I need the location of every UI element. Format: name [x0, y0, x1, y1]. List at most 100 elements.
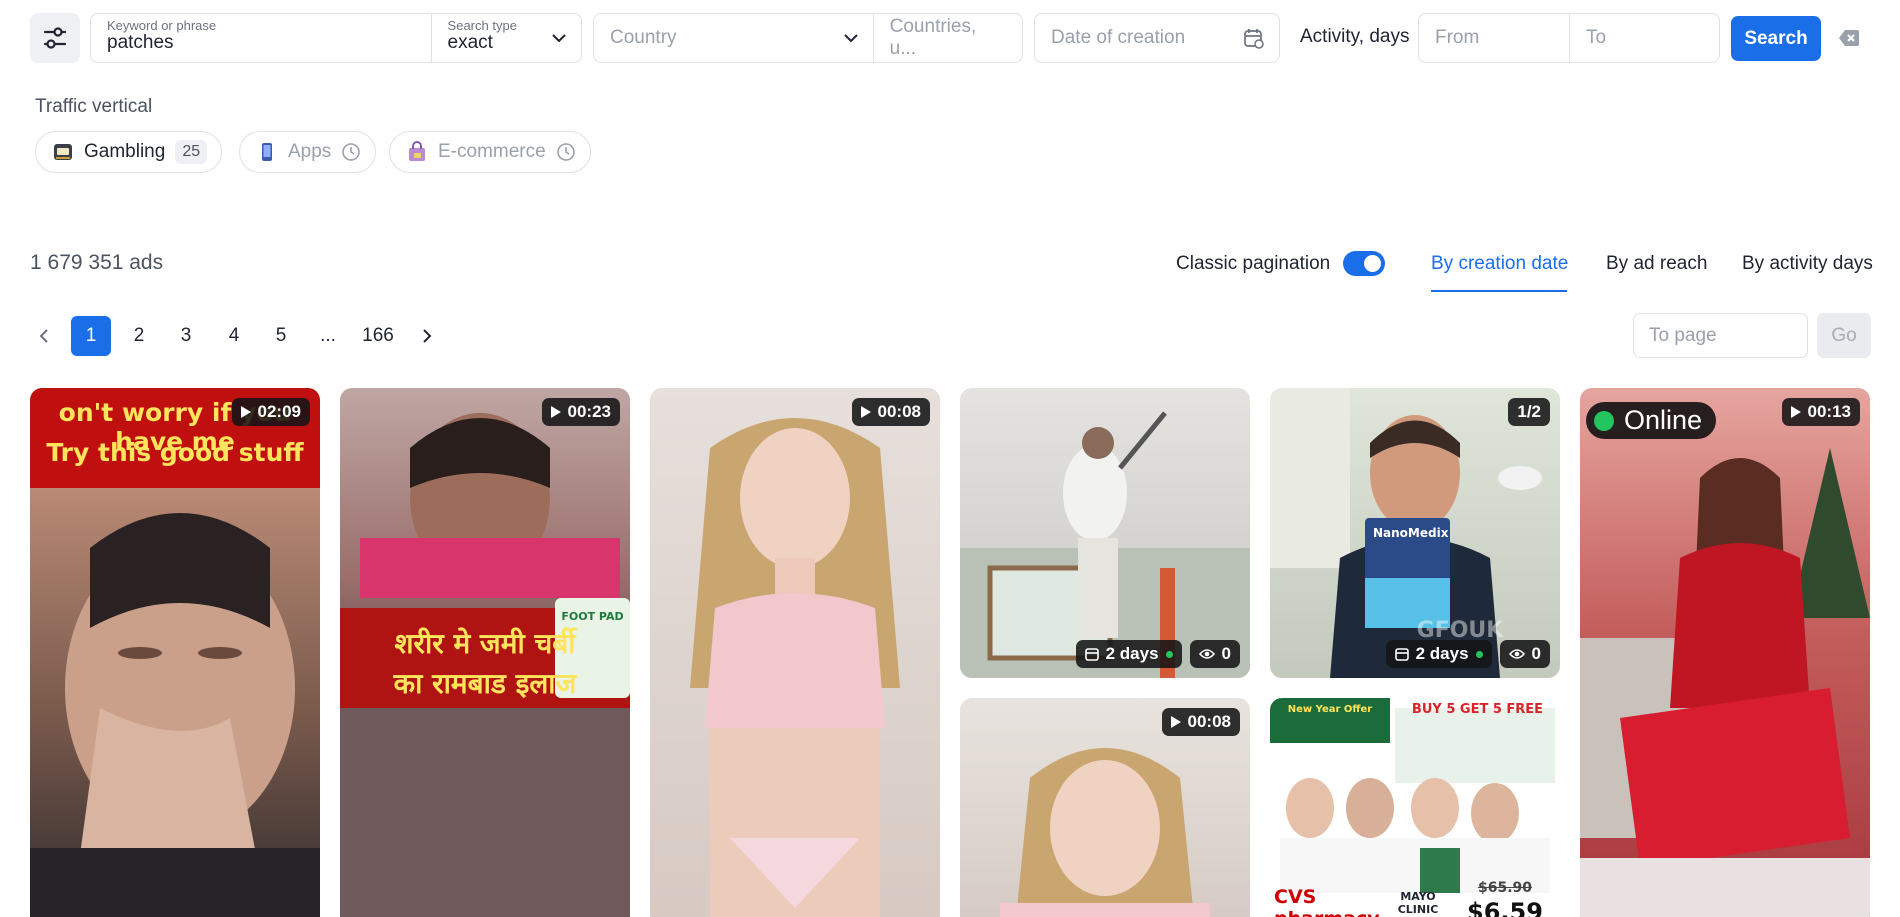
online-status-badge: Online: [1586, 402, 1717, 439]
new-year-offer: New Year Offer: [1287, 704, 1373, 715]
product-label: NanoMedix: [1373, 526, 1449, 540]
play-icon: [550, 406, 561, 418]
keyword-field[interactable]: Keyword or phrase patches: [91, 14, 431, 62]
date-placeholder: Date of creation: [1051, 27, 1186, 48]
old-price: $65.90: [1477, 880, 1533, 896]
overlay-caption-line2: Try this good stuff: [46, 438, 304, 467]
classic-pagination-toggle[interactable]: [1343, 251, 1385, 276]
ad-thumbnail-image: [690, 418, 900, 917]
views-badge: 0: [1499, 640, 1550, 668]
countries-placeholder: Countries, u...: [889, 16, 977, 59]
eye-icon: [1198, 649, 1215, 659]
page-button[interactable]: 2: [119, 316, 159, 356]
page-button[interactable]: 3: [166, 316, 206, 356]
ad-card[interactable]: 00:08: [650, 388, 940, 917]
filters-toggle-button[interactable]: [30, 13, 80, 63]
card-stats: 2 days 0: [1075, 640, 1240, 668]
views-text: 0: [1531, 644, 1541, 663]
date-of-creation-field[interactable]: Date of creation: [1035, 14, 1279, 62]
page-button[interactable]: 5: [261, 316, 301, 356]
chevron-left-icon: [39, 329, 48, 343]
active-sort-indicator: [1431, 290, 1567, 292]
ad-thumbnail-image: [1580, 448, 1870, 917]
page-button[interactable]: 1: [71, 316, 111, 356]
views-text: 0: [1221, 644, 1231, 663]
play-icon: [240, 406, 251, 418]
chip-count: 25: [175, 140, 208, 164]
days-badge: 2 days: [1385, 640, 1492, 668]
ads-count: 1 679 351 ads: [30, 251, 164, 274]
online-text: Online: [1624, 405, 1703, 435]
chip-label: E-commerce: [438, 141, 546, 162]
days-badge: 2 days: [1075, 640, 1182, 668]
activity-range-group: From To: [1418, 13, 1720, 63]
ad-thumbnail-image: [30, 513, 320, 917]
go-button[interactable]: Go: [1817, 313, 1871, 358]
duration-text: 02:09: [257, 402, 301, 421]
chip-e-commerce[interactable]: E-commerce: [389, 131, 591, 173]
chevron-right-icon: [423, 329, 432, 343]
slot-machine-icon: [54, 144, 72, 160]
duration-badge: 00:23: [541, 398, 620, 426]
ad-card[interactable]: 00:08: [960, 698, 1250, 917]
duration-badge: 00:08: [1161, 708, 1240, 736]
chip-gambling[interactable]: Gambling 25: [35, 131, 223, 173]
ad-card[interactable]: New Year Offer BUY 5 GET 5 FREE CVS phar…: [1270, 698, 1560, 917]
classic-pagination-label: Classic pagination: [1176, 253, 1331, 274]
cvs-logo-text: CVS pharmacy: [1274, 886, 1380, 917]
search-type-label: Search type: [447, 18, 517, 33]
duration-text: 00:08: [1187, 712, 1231, 731]
country-select[interactable]: Country: [594, 14, 873, 62]
keyword-value: patches: [107, 32, 174, 53]
clear-search-icon[interactable]: [1838, 28, 1860, 48]
sort-by-activity-days[interactable]: By activity days: [1742, 253, 1873, 275]
ad-card[interactable]: NanoMedix GFOUK 1/2 2 days 0: [1270, 388, 1560, 678]
activity-days-label: Activity, days: [1300, 26, 1410, 47]
activity-to-field[interactable]: To: [1569, 14, 1719, 62]
calendar-icon: [1244, 29, 1264, 49]
play-icon: [860, 406, 871, 418]
calendar-icon: [1394, 648, 1409, 661]
prev-page-button[interactable]: [24, 316, 64, 356]
days-text: 2 days: [1105, 644, 1159, 663]
next-page-button[interactable]: [407, 316, 447, 356]
ad-thumbnail-image: [960, 411, 1250, 678]
views-badge: 0: [1189, 640, 1240, 668]
countries-exclude-field[interactable]: Countries, u...: [872, 14, 1022, 62]
eye-icon: [1508, 649, 1525, 659]
sliders-icon: [43, 27, 67, 49]
chip-apps[interactable]: Apps: [239, 131, 377, 173]
keyword-search-group: Keyword or phrase patches Search type ex…: [90, 13, 582, 63]
page-button[interactable]: 166: [358, 316, 398, 356]
search-type-select[interactable]: Search type exact: [430, 14, 581, 62]
clock-icon: [342, 143, 361, 161]
calendar-icon: [1084, 648, 1099, 661]
active-status-dot: [1165, 650, 1173, 658]
card-stats: 2 days 0: [1385, 640, 1550, 668]
play-icon: [1170, 716, 1181, 728]
mayo-clinic-text: MAYO CLINIC: [1397, 890, 1439, 916]
country-placeholder: Country: [610, 27, 677, 48]
ad-card[interactable]: Online 00:13: [1580, 388, 1870, 917]
sort-by-ad-reach[interactable]: By ad reach: [1606, 253, 1707, 275]
ad-card[interactable]: शरीर मे जमी चर्बी का रामबाड इलाज FOOT PA…: [340, 388, 630, 917]
sort-by-creation-date[interactable]: By creation date: [1431, 253, 1568, 275]
search-button[interactable]: Search: [1731, 16, 1821, 61]
page-button[interactable]: 4: [214, 316, 254, 356]
chip-label: Apps: [288, 141, 332, 162]
play-icon: [1790, 406, 1801, 418]
from-placeholder: From: [1435, 27, 1480, 48]
date-group: Date of creation: [1034, 13, 1280, 63]
promo-headline: BUY 5 GET 5 FREE: [1411, 702, 1544, 717]
ad-card[interactable]: 2 days 0: [960, 388, 1250, 678]
chip-label: Gambling: [84, 141, 166, 162]
search-type-value: exact: [447, 32, 493, 53]
overlay-caption-line1: शरीर मे जमी चर्बी: [394, 627, 576, 660]
to-page-input[interactable]: [1633, 313, 1808, 358]
ad-card[interactable]: on't worry if you have me Try this good …: [30, 388, 320, 917]
active-status-dot: [1475, 650, 1483, 658]
activity-from-field[interactable]: From: [1419, 14, 1569, 62]
to-placeholder: To: [1586, 27, 1607, 48]
traffic-vertical-title: Traffic vertical: [35, 96, 153, 117]
product-label: FOOT PAD: [561, 610, 624, 623]
